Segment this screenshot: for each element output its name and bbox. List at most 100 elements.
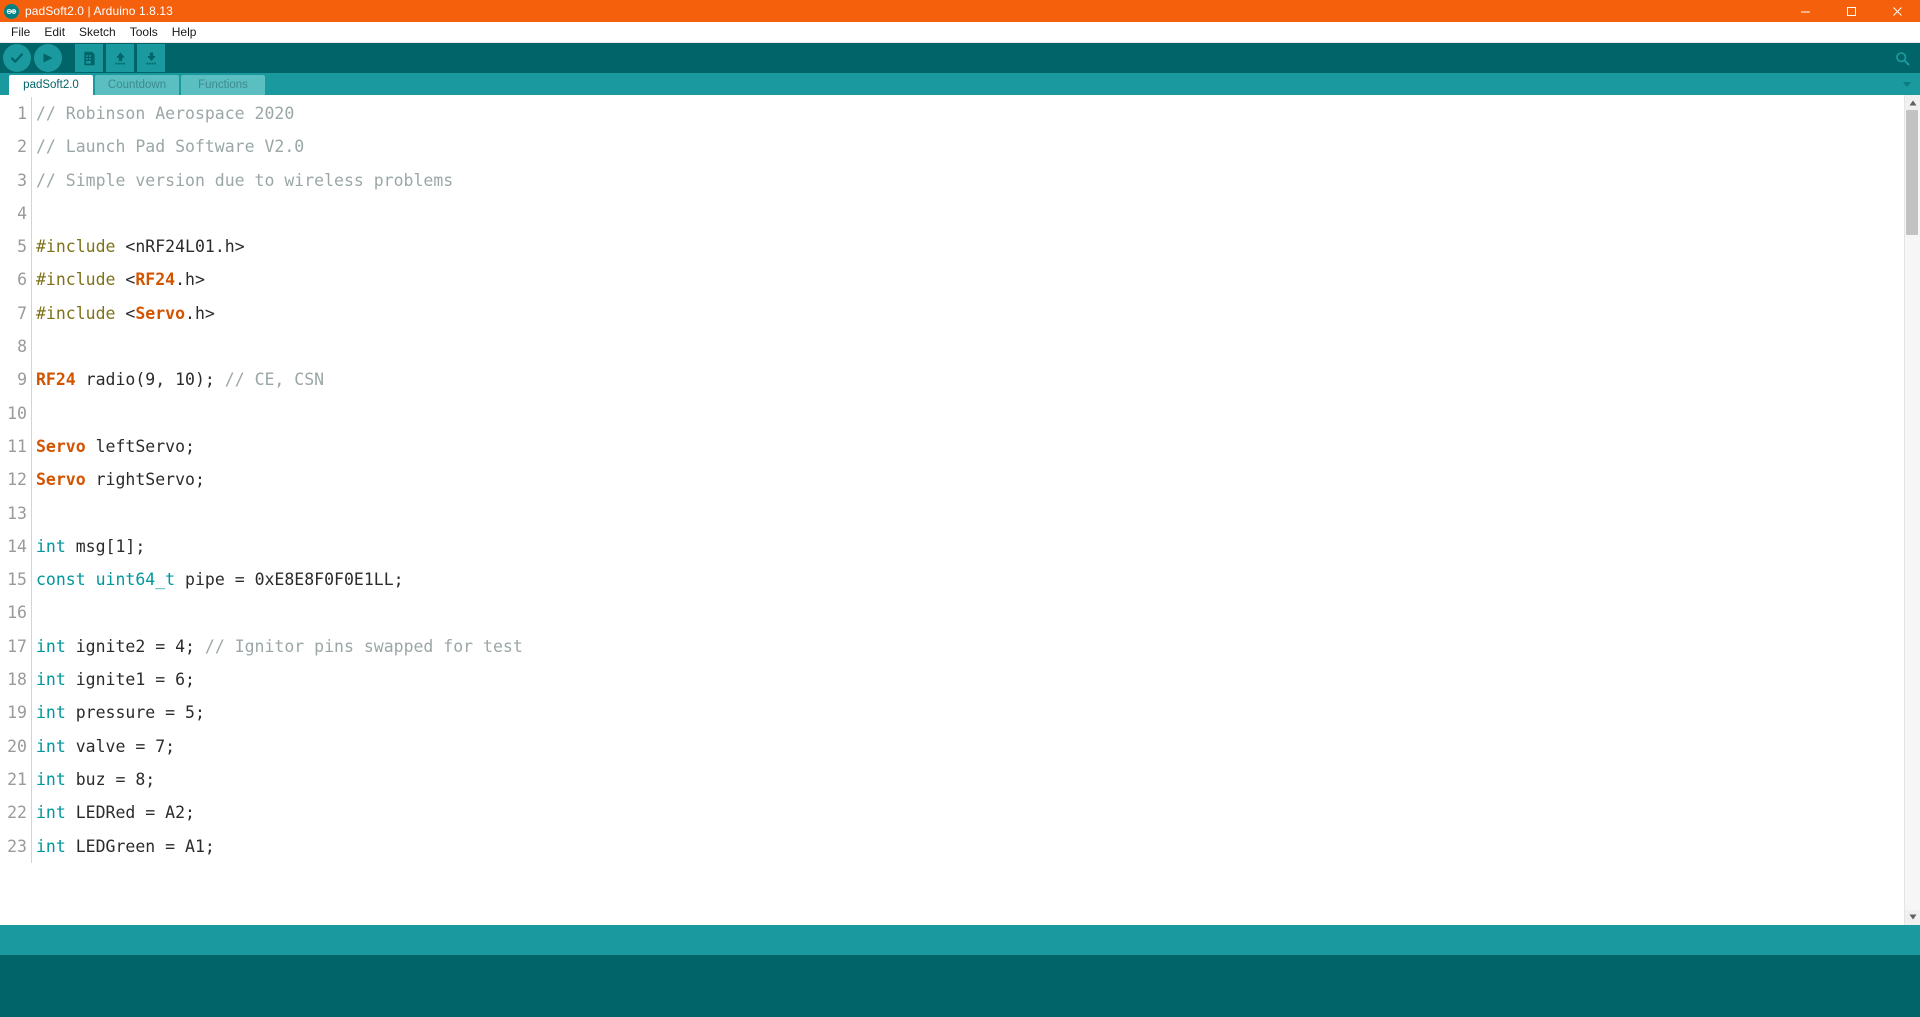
save-button[interactable] (137, 44, 165, 72)
code-line-text[interactable]: #include <RF24.h> (36, 263, 1904, 296)
code-token-comment: // Ignitor pins swapped for test (204, 636, 523, 656)
code-line[interactable]: 9 RF24 radio(9, 10); // CE, CSN (0, 363, 1904, 397)
code-line-text[interactable]: int valve = 7; (36, 730, 1904, 763)
code-token-plain: .h> (175, 270, 205, 290)
code-line[interactable]: 12 Servo rightServo; (0, 463, 1904, 497)
code-line[interactable]: 8 (0, 330, 1904, 364)
editor-vertical-scrollbar[interactable] (1904, 95, 1920, 925)
title-bar: padSoft2.0 | Arduino 1.8.13 (0, 0, 1920, 22)
scrollbar-track[interactable] (1905, 110, 1920, 910)
tab-menu-button[interactable] (1898, 75, 1916, 93)
code-line[interactable]: 22 int LEDRed = A2; (0, 796, 1904, 830)
code-line[interactable]: 6 #include <RF24.h> (0, 263, 1904, 297)
line-number: 1 (17, 104, 27, 123)
new-button[interactable] (75, 44, 103, 72)
code-line-text[interactable]: int pressure = 5; (36, 696, 1904, 729)
scrollbar-thumb[interactable] (1906, 110, 1918, 235)
maximize-button[interactable] (1828, 0, 1874, 22)
code-line[interactable]: 11 Servo leftServo; (0, 429, 1904, 464)
code-line-text[interactable]: const uint64_t pipe = 0xE8E8F0F0E1LL; (36, 563, 1904, 596)
code-line[interactable]: 5 #include <nRF24L01.h> (0, 230, 1904, 264)
code-line[interactable]: 16 (0, 596, 1904, 630)
line-number: 18 (7, 670, 27, 690)
code-token-plain: .h> (185, 303, 215, 323)
code-line[interactable]: 20 int valve = 7; (0, 729, 1904, 763)
code-line[interactable]: 23 int LEDGreen = A1; (0, 829, 1904, 863)
scroll-down-button[interactable] (1905, 909, 1920, 925)
code-line[interactable]: 21 int buz = 8; (0, 762, 1904, 797)
scroll-up-button[interactable] (1905, 95, 1920, 110)
line-number: 23 (7, 836, 27, 856)
code-line[interactable]: 15 const uint64_t pipe = 0xE8E8F0F0E1LL; (0, 563, 1904, 597)
arrow-up-icon (114, 52, 125, 64)
gutter-divider (31, 130, 32, 164)
menu-item-help[interactable]: Help (165, 23, 204, 42)
code-line[interactable]: 17 int ignite2 = 4; // Ignitor pins swapp… (0, 629, 1904, 664)
code-line[interactable]: 18 int ignite1 = 6; (0, 663, 1904, 697)
upload-button[interactable] (34, 44, 62, 72)
code-line[interactable]: 10 (0, 396, 1904, 430)
code-line[interactable]: 3 // Simple version due to wireless probl… (0, 163, 1904, 197)
code-token-type: int (36, 636, 66, 656)
code-line-text[interactable]: int ignite2 = 4; // Ignitor pins swapped… (36, 630, 1904, 663)
gutter-divider (31, 296, 32, 331)
code-line-text[interactable]: int msg[1]; (36, 530, 1904, 563)
code-line-text[interactable]: int LEDGreen = A1; (36, 830, 1904, 863)
arduino-ide-window: padSoft2.0 | Arduino 1.8.13 File Edit Sk… (0, 0, 1920, 1017)
code-line-text[interactable]: // Launch Pad Software V2.0 (36, 130, 1904, 163)
code-token-type: const (36, 570, 86, 590)
code-token-pre: #include (36, 303, 116, 323)
gutter-divider (31, 563, 32, 597)
code-token-plain: radio(9, 10); (75, 370, 225, 390)
console-message-bar (0, 924, 1920, 955)
line-number: 9 (17, 370, 27, 390)
code-line[interactable]: 4 (0, 196, 1904, 231)
code-line[interactable]: 19 int pressure = 5; (0, 696, 1904, 730)
close-button[interactable] (1874, 0, 1920, 22)
minimize-button[interactable] (1782, 0, 1828, 22)
line-number: 19 (7, 703, 27, 723)
menu-item-edit[interactable]: Edit (37, 23, 72, 42)
code-token-type: int (36, 736, 66, 756)
open-button[interactable] (106, 44, 134, 72)
code-token-plain: leftServo; (85, 436, 195, 456)
code-token-pre: #include (36, 237, 116, 257)
code-line[interactable]: 7 #include <Servo.h> (0, 296, 1904, 331)
code-editor[interactable]: 1 // Robinson Aerospace 2020 2 // Launch Pa… (0, 95, 1904, 925)
arduino-infinity-icon (4, 3, 19, 19)
tab-functions[interactable]: Functions (181, 75, 265, 95)
code-line-text[interactable]: Servo leftServo; (36, 430, 1904, 463)
line-number: 2 (17, 137, 27, 157)
code-token-lib: Servo (36, 436, 86, 456)
code-line[interactable]: 14 int msg[1]; (0, 529, 1904, 564)
code-line[interactable]: 2 // Launch Pad Software V2.0 (0, 130, 1904, 164)
code-line-text[interactable]: // Robinson Aerospace 2020 (36, 97, 1904, 130)
menu-item-file[interactable]: File (4, 23, 37, 42)
code-line-text[interactable]: int buz = 8; (36, 763, 1904, 796)
code-line-text[interactable]: Servo rightServo; (36, 463, 1904, 496)
code-token-lib: Servo (135, 303, 186, 323)
serial-monitor-button[interactable] (1890, 46, 1914, 70)
tab-bar: padSoft2.0 Countdown Functions (0, 73, 1920, 95)
code-line-text[interactable]: int LEDRed = A2; (36, 796, 1904, 829)
code-line-text[interactable]: #include <nRF24L01.h> (36, 230, 1904, 263)
code-line[interactable]: 1 // Robinson Aerospace 2020 (0, 97, 1904, 131)
verify-button[interactable] (3, 44, 31, 72)
code-token-plain: rightServo; (85, 470, 205, 490)
gutter-divider (31, 529, 32, 564)
code-line-text[interactable]: #include <Servo.h> (36, 297, 1904, 330)
code-line-text[interactable]: int ignite1 = 6; (36, 663, 1904, 696)
code-token-plain: LEDRed = A2; (65, 803, 195, 823)
tab-padsoft2-0[interactable]: padSoft2.0 (9, 75, 93, 95)
menu-item-sketch[interactable]: Sketch (72, 23, 123, 42)
tab-countdown[interactable]: Countdown (95, 75, 179, 95)
code-line-text[interactable]: // Simple version due to wireless proble… (36, 164, 1904, 197)
console-output-panel[interactable] (0, 954, 1920, 1017)
gutter-divider (31, 796, 32, 830)
menu-item-tools[interactable]: Tools (123, 23, 165, 42)
code-line-text[interactable]: RF24 radio(9, 10); // CE, CSN (36, 363, 1904, 396)
line-number: 4 (17, 203, 27, 223)
code-line[interactable]: 13 (0, 496, 1904, 530)
gutter-divider (31, 663, 32, 697)
code-lines[interactable]: 1 // Robinson Aerospace 2020 2 // Launch Pa… (0, 95, 1904, 925)
